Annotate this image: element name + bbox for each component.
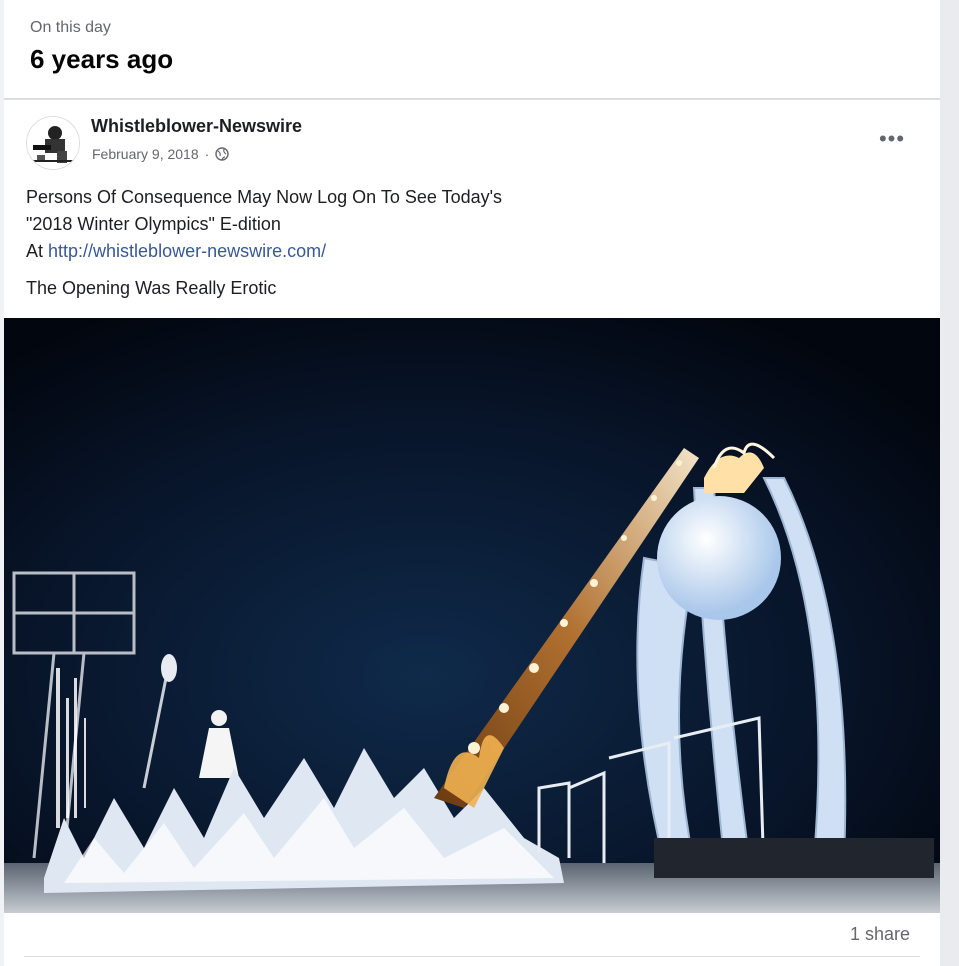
header-divider <box>4 98 940 100</box>
author-name[interactable]: Whistleblower-Newswire <box>91 116 302 137</box>
on-this-day-label: On this day <box>30 19 111 36</box>
post-text-line: Persons Of Consequence May Now Log On To… <box>26 187 503 207</box>
post-photo[interactable] <box>4 318 940 913</box>
meta-separator: · <box>204 146 210 162</box>
post-meta: February 9, 2018 · <box>92 146 229 162</box>
globe-icon[interactable] <box>215 147 229 161</box>
page-scroll-gutter <box>940 0 959 966</box>
share-count[interactable]: 1 share <box>850 924 910 945</box>
author-avatar[interactable] <box>26 116 80 170</box>
memory-card: On this day 6 years ago Whistleblower-Ne… <box>4 0 940 966</box>
olympic-cauldron-photo <box>4 318 940 913</box>
footer-divider <box>24 956 920 957</box>
post-text: Persons Of Consequence May Now Log On To… <box>26 184 502 302</box>
post-link[interactable]: http://whistleblower-newswire.com/ <box>48 241 326 261</box>
on-this-day-header: On this day 6 years ago <box>30 18 173 76</box>
link-prefix: At <box>26 241 49 261</box>
post-text-line: The Opening Was Really Erotic <box>26 278 277 298</box>
post-date[interactable]: February 9, 2018 <box>92 146 199 162</box>
newswire-logo-icon <box>27 117 79 169</box>
more-options-button[interactable]: ••• <box>872 126 912 156</box>
post-link-line: At http://whistleblower-newswire.com/ <box>26 238 502 265</box>
post-text-line: "2018 Winter Olympics" E-dition <box>26 214 281 234</box>
years-ago-title: 6 years ago <box>30 44 174 74</box>
